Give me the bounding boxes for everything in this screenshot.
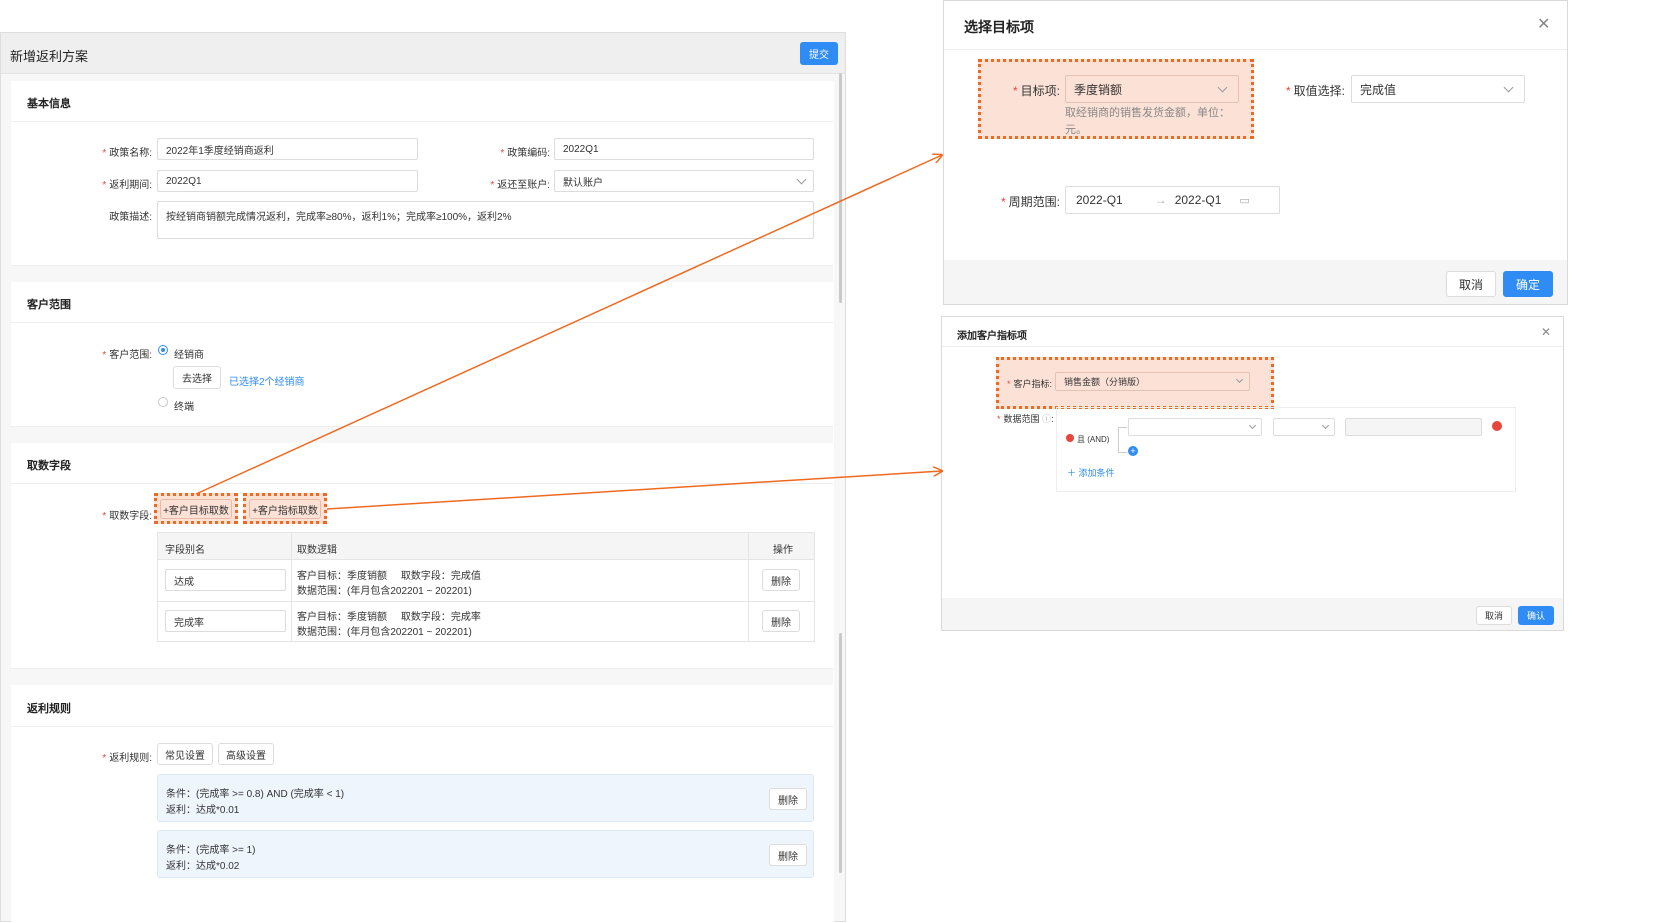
arrow-indicator <box>326 471 942 510</box>
arrow-target <box>195 155 942 495</box>
annotation-arrows <box>195 0 1654 510</box>
